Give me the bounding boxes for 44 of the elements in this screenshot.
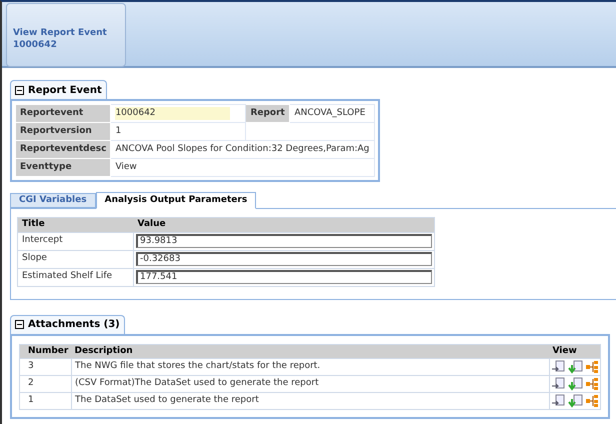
field-value: 1 — [115, 126, 122, 136]
attachment-description: (CSV Format)The DataSet used to generate the report — [72, 376, 550, 392]
attachment-number: 1 — [20, 392, 72, 410]
field-label: Reportevent — [16, 104, 111, 122]
download-icon[interactable] — [568, 394, 584, 408]
field-value: ANCOVA_SLOPE — [294, 108, 366, 118]
hierarchy-icon[interactable] — [585, 394, 599, 408]
column-header: View — [550, 344, 600, 358]
column-header: Number — [20, 344, 72, 358]
field-value: ANCOVA Pool Slopes for Condition:32 Degrees,Param:Ag — [110, 140, 374, 158]
section-tab[interactable]: Report Event — [10, 80, 107, 99]
hierarchy-icon[interactable] — [585, 360, 599, 374]
field-label: Reporteventdesc — [16, 140, 111, 158]
section-tab[interactable]: Attachments (3) — [10, 314, 125, 334]
collapse-icon[interactable] — [15, 86, 24, 94]
header-subtitle: 1000642 — [13, 39, 58, 51]
value-field[interactable]: 177.541 — [136, 270, 432, 284]
value-field[interactable]: 93.9813 — [136, 234, 432, 248]
value-field[interactable]: -0.32683 — [136, 252, 432, 266]
view-file-icon[interactable] — [551, 360, 567, 374]
tab[interactable]: CGI Variables — [10, 193, 96, 208]
attachment-number: 3 — [20, 358, 72, 376]
hierarchy-icon[interactable] — [585, 377, 599, 391]
field-label: Report — [246, 104, 290, 122]
field-value: 1000642 — [115, 106, 230, 120]
header-title: View Report Event — [13, 27, 108, 39]
attachment-number: 2 — [20, 376, 72, 392]
parameter-title: Intercept — [18, 232, 134, 250]
parameter-title: Estimated Shelf Life — [18, 268, 134, 286]
attachment-description: The DataSet used to generate the report — [72, 392, 550, 410]
collapse-icon[interactable] — [15, 320, 24, 329]
field-label: Eventtype — [16, 158, 111, 176]
download-icon[interactable] — [568, 377, 584, 391]
field-value: View — [110, 158, 374, 176]
view-file-icon[interactable] — [551, 377, 567, 391]
column-header: Description — [72, 344, 550, 358]
parameter-title: Slope — [18, 250, 134, 268]
view-file-icon[interactable] — [551, 394, 567, 408]
attachment-description: The NWG file that stores the chart/stats for the report. — [72, 358, 550, 376]
tab[interactable]: Analysis Output Parameters — [96, 192, 256, 209]
download-icon[interactable] — [568, 360, 584, 374]
column-header: Value — [134, 218, 434, 232]
column-header: Title — [18, 218, 134, 232]
field-label: Reportversion — [16, 122, 111, 140]
